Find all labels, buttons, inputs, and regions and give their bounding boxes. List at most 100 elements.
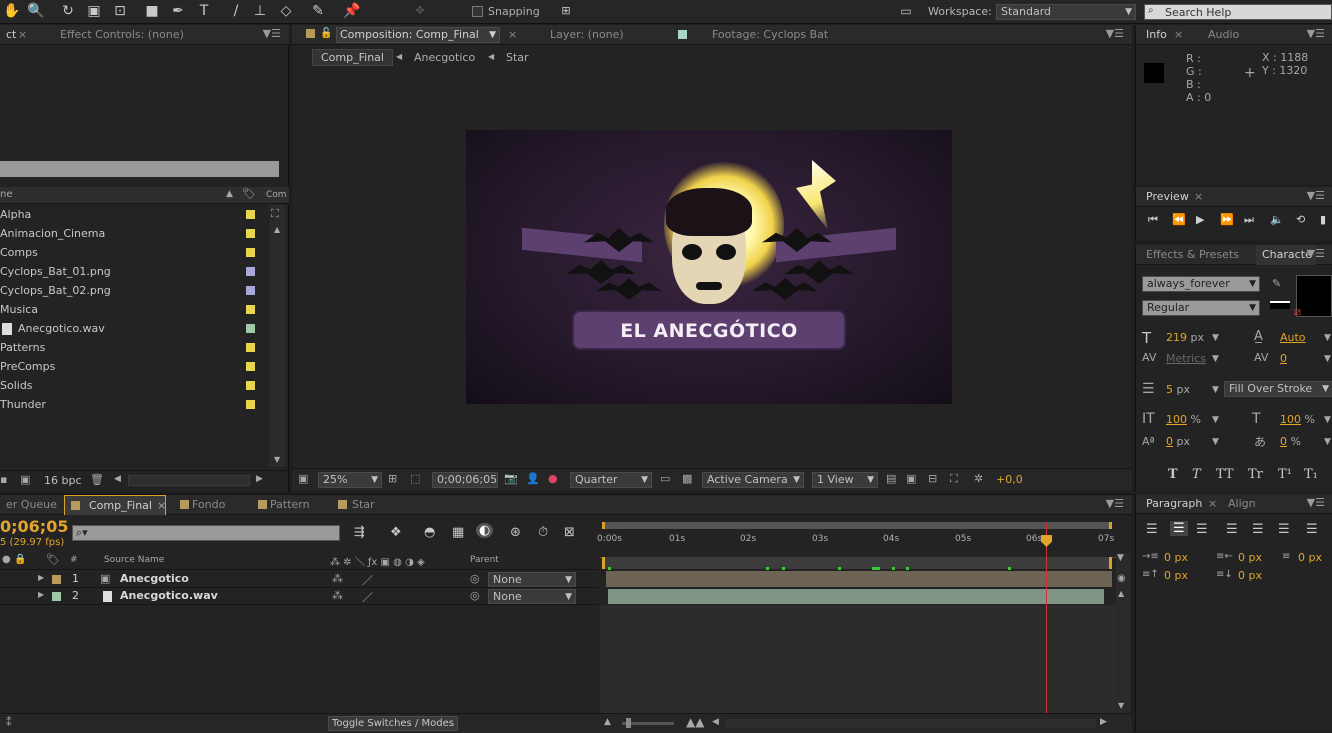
chevron-down-icon[interactable]: ▼ — [1212, 437, 1219, 447]
label-tag-icon[interactable]: 🏷 — [242, 187, 256, 200]
justify-all-icon[interactable]: ☰ — [1306, 522, 1318, 537]
mute-audio-icon[interactable]: 🔈 — [1270, 213, 1284, 226]
scroll-left-icon[interactable]: ◀ — [712, 717, 719, 727]
tab-layer[interactable]: Layer: (none) — [544, 25, 624, 45]
interpret-footage-icon[interactable]: ▪ — [0, 473, 7, 486]
loop-icon[interactable]: ⟲ — [1296, 213, 1305, 226]
horizontal-scrollbar[interactable] — [128, 475, 250, 486]
always-preview-icon[interactable]: ▣ — [298, 472, 308, 485]
timeline-search-input[interactable]: ⌕▾ — [72, 525, 340, 541]
table-row[interactable]: ▶ 1 ▣ Anecgotico ⁂ ／ ◎ None ▼ — [0, 571, 598, 588]
bit-depth-button[interactable]: 16 bpc — [44, 474, 82, 487]
list-item[interactable]: Patterns — [0, 338, 268, 357]
vr-icon[interactable]: ▭ — [896, 2, 916, 20]
list-item[interactable]: Comps — [0, 243, 268, 262]
small-caps-button[interactable]: Tr — [1248, 467, 1263, 482]
horizontal-scale-value[interactable]: 100 % — [1280, 413, 1315, 426]
column-source-name[interactable]: Source Name — [104, 555, 164, 565]
faux-italic-button[interactable]: T — [1192, 467, 1201, 482]
shy-switch-icon[interactable]: ⁂ — [332, 589, 343, 602]
stroke-width-value[interactable]: 5 px — [1166, 383, 1190, 396]
list-item[interactable]: Alpha — [0, 205, 268, 224]
motion-blur-icon[interactable]: ◐ — [476, 523, 494, 538]
scroll-left-icon[interactable]: ◀ — [114, 474, 121, 484]
tab-info[interactable]: Info — [1140, 25, 1167, 45]
breadcrumb-item[interactable]: Anecgotico — [414, 51, 475, 64]
show-snapshot-icon[interactable]: 👤 — [526, 472, 540, 485]
snapping-checkbox[interactable] — [472, 6, 483, 17]
first-frame-icon[interactable]: ⏮ — [1148, 213, 1158, 227]
mask-visibility-icon[interactable]: ⬚ — [410, 472, 420, 485]
camera-tool-icon[interactable]: ▣ — [84, 2, 104, 20]
baseline-shift-value[interactable]: 0 px — [1166, 435, 1190, 448]
expand-arrow-icon[interactable]: ▶ — [38, 573, 44, 582]
tab-comp-final[interactable]: Comp_Final × — [64, 495, 166, 515]
ram-preview-icon[interactable]: ▮ — [1320, 213, 1326, 226]
eyedropper-icon[interactable]: ✎ — [1272, 277, 1281, 290]
column-name[interactable]: ne — [0, 189, 13, 200]
pan-behind-tool-icon[interactable]: ⊡ — [110, 2, 130, 20]
all-caps-button[interactable]: TT — [1216, 467, 1234, 482]
indent-right-value[interactable]: 0 px — [1238, 551, 1262, 564]
trash-icon[interactable]: 🗑 — [90, 473, 104, 486]
align-center-icon[interactable]: ☰ — [1170, 521, 1188, 536]
comp-mini-flowchart-icon[interactable]: ⇶ — [354, 525, 365, 540]
chevron-down-icon[interactable]: ▼ — [489, 28, 496, 42]
flowchart-icon[interactable]: ⛶ — [950, 472, 958, 486]
parent-pickwhip-icon[interactable]: ◎ — [470, 572, 480, 585]
panel-menu-icon[interactable]: ▼☰ — [263, 27, 281, 40]
previous-frame-icon[interactable]: ⏪ — [1172, 213, 1186, 226]
tsume-value[interactable]: 0 % — [1280, 435, 1301, 448]
timeline-horizontal-scrollbar[interactable] — [726, 719, 1096, 728]
clone-stamp-tool-icon[interactable]: ⊥ — [250, 2, 270, 20]
quality-switch-icon[interactable]: ／ — [362, 572, 373, 588]
chevron-down-icon[interactable]: ▼ — [1212, 385, 1219, 395]
zoom-slider-thumb[interactable] — [626, 718, 631, 728]
tab-pattern[interactable]: Pattern — [264, 495, 310, 515]
close-icon[interactable]: × — [1188, 187, 1203, 207]
fill-color-swatch[interactable] — [1296, 275, 1332, 317]
quality-switch-icon[interactable]: ／ — [362, 589, 373, 605]
column-parent[interactable]: Parent — [470, 555, 499, 565]
list-item[interactable]: Animacion_Cinema — [0, 224, 268, 243]
marker-icon[interactable] — [766, 567, 769, 570]
kerning-value[interactable]: Metrics — [1166, 352, 1206, 365]
expand-panes-icon[interactable]: ⁑ — [6, 716, 12, 729]
shy-layers-icon[interactable]: ◓ — [424, 525, 435, 540]
list-item[interactable]: Anecgotico.wav — [0, 319, 268, 338]
parent-dropdown[interactable]: None ▼ — [488, 589, 576, 604]
next-frame-icon[interactable]: ⏩ — [1220, 213, 1234, 226]
tracking-value[interactable]: 0 — [1280, 352, 1287, 365]
leading-value[interactable]: Auto — [1280, 331, 1306, 344]
close-icon[interactable]: × — [1202, 494, 1217, 514]
timeline-vertical-scrollbar[interactable]: ▼ ◉ ▲ ▼ — [1116, 553, 1130, 713]
zoom-tool-icon[interactable]: 🔍 — [26, 2, 46, 20]
scroll-up-icon[interactable]: ▲ — [1118, 589, 1124, 598]
pen-tool-icon[interactable]: ✒ — [168, 2, 188, 20]
font-size-value[interactable]: 219 px — [1166, 331, 1204, 344]
chevron-down-icon[interactable]: ▼ — [1212, 354, 1219, 364]
timeline-icon[interactable]: ⊟ — [928, 472, 937, 485]
brush-tool-icon[interactable]: / — [226, 2, 246, 20]
tab-audio[interactable]: Audio — [1202, 25, 1239, 45]
safe-margins-icon[interactable]: ⊞ — [388, 472, 397, 485]
column-comment[interactable]: Com — [266, 190, 287, 200]
tab-effects-presets[interactable]: Effects & Presets — [1140, 245, 1239, 265]
draft-3d-icon[interactable]: ❖ — [390, 525, 402, 540]
chevron-down-icon[interactable]: ▼ — [1324, 333, 1331, 343]
current-time-field[interactable]: 0;00;06;05 — [432, 472, 498, 488]
table-row[interactable]: ▶ 2 Anecgotico.wav ⁂ ／ ◎ None ▼ — [0, 588, 598, 605]
space-after-value[interactable]: 0 px — [1238, 569, 1262, 582]
close-icon[interactable]: × — [157, 499, 166, 512]
vertical-scale-value[interactable]: 100 % — [1166, 413, 1201, 426]
subscript-button[interactable]: T₁ — [1304, 467, 1318, 482]
composition-viewer[interactable]: EL ANECGÓTICO — [292, 69, 1132, 467]
marker-icon[interactable] — [608, 567, 611, 570]
comp-marker-bin-icon[interactable]: ▼ — [1117, 553, 1124, 563]
align-right-icon[interactable]: ☰ — [1196, 522, 1208, 537]
rectangle-tool-icon[interactable]: ■ — [142, 2, 162, 20]
parent-pickwhip-icon[interactable]: ◎ — [470, 589, 480, 602]
stopwatch-icon[interactable]: ⏱ — [538, 525, 548, 540]
tab-composition[interactable]: Composition: Comp_Final ▼ — [336, 27, 500, 43]
work-area-bar[interactable] — [602, 522, 1112, 529]
